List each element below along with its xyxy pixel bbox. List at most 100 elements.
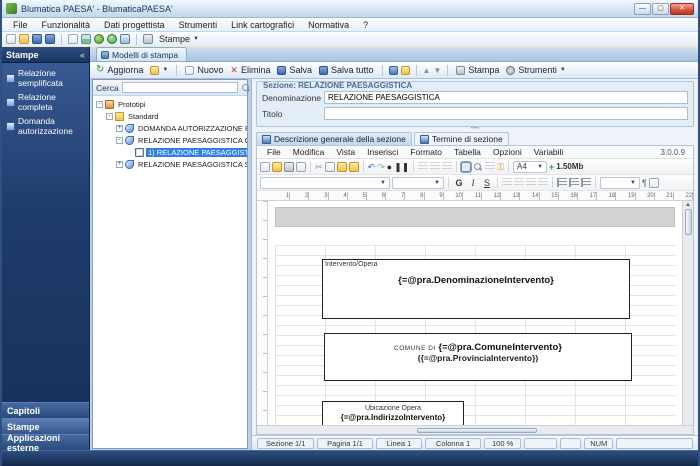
cut-icon[interactable]: ✂ [315, 162, 323, 172]
key-icon[interactable]: ⚿ [497, 162, 504, 172]
globe-icon[interactable] [107, 34, 117, 44]
variable-field[interactable]: {=@pra.ComuneIntervento} [438, 342, 562, 353]
horizontal-scroll-thumb[interactable] [417, 427, 537, 433]
menu-item-normativa[interactable]: Normativa [301, 20, 356, 30]
strumenti-dropdown[interactable]: Strumenti ▼ [504, 65, 567, 75]
salva-button[interactable]: Salva [275, 65, 314, 75]
move-up-icon[interactable]: ▲ [423, 66, 431, 75]
image-icon[interactable] [81, 34, 91, 44]
accordion-applicazioni-esterne[interactable]: Applicazioni esterne [2, 433, 89, 453]
align-justify-icon[interactable] [538, 178, 548, 187]
menu-item-funzionalit-[interactable]: Funzionalità [35, 20, 98, 30]
tree-expander-icon[interactable]: - [116, 136, 123, 144]
tree-row[interactable]: - RELAZIONE PAESAGGISTICA COMPLETA [93, 134, 247, 146]
stampa-button[interactable]: Stampa [454, 65, 501, 75]
titolo-field[interactable] [324, 107, 688, 120]
italic-button[interactable]: I [467, 178, 479, 188]
zoom-icon[interactable] [473, 162, 483, 172]
comune-box[interactable]: COMUNE DI {=@pra.ComuneIntervento} ({=@p… [324, 333, 632, 381]
copy-icon[interactable] [324, 161, 335, 172]
save-icon[interactable] [32, 34, 42, 44]
editor-menu-vista[interactable]: Vista [330, 147, 361, 157]
style-dropdown[interactable]: ▼ [600, 176, 640, 189]
editor-menu-variabili[interactable]: Variabili [528, 147, 570, 157]
align-left-icon[interactable] [502, 178, 512, 187]
search-icon[interactable] [241, 83, 250, 93]
sidebar-item-relazione-semplificata[interactable]: Relazione semplificata [2, 66, 89, 90]
scroll-up-icon[interactable]: ▲ [685, 202, 691, 208]
editor-menu-formato[interactable]: Formato [404, 147, 448, 157]
indent-icon[interactable] [581, 178, 591, 187]
vertical-scrollbar[interactable]: ▲ [682, 201, 693, 425]
minimize-button[interactable]: — [634, 2, 651, 15]
maximize-button[interactable]: ▢ [652, 2, 669, 15]
editor-menu-file[interactable]: File [261, 147, 287, 157]
menu-item-strumenti[interactable]: Strumenti [172, 20, 225, 30]
accordion-capitoli[interactable]: Capitoli [2, 402, 89, 418]
vertical-scroll-thumb[interactable] [684, 209, 692, 235]
underline-button[interactable]: S [481, 178, 493, 188]
bold-button[interactable]: G [453, 178, 465, 188]
tree-row[interactable]: - Prototipi [93, 98, 247, 110]
tab-termine-di-sezione[interactable]: Termine di sezione [413, 132, 509, 145]
record-icon[interactable]: ● [387, 162, 392, 172]
table-col-icon[interactable] [442, 162, 453, 171]
move-down-icon[interactable]: ▼ [433, 66, 441, 75]
export-dropdown[interactable]: ▼ [148, 65, 170, 75]
ubicazione-box[interactable]: Ubicazione Opera {=@pra.IndirizzoInterve… [322, 401, 464, 425]
paste-special-icon[interactable] [348, 161, 359, 172]
numbered-list-icon[interactable] [569, 178, 579, 187]
new-document-icon[interactable] [6, 34, 16, 44]
editor-menu-tabella[interactable]: Tabella [448, 147, 487, 157]
tree-row[interactable]: + DOMANDA AUTORIZZAZIONE PAESAGGISTICA [93, 122, 247, 134]
new-icon[interactable] [260, 161, 270, 172]
bullet-list-icon[interactable] [557, 178, 567, 187]
document-page[interactable]: Intervento/Opera {=@pra.DenominazioneInt… [268, 201, 682, 425]
tree-row[interactable]: - Standard [93, 110, 247, 122]
variable-field[interactable]: {=@pra.IndirizzoIntervento} [323, 413, 463, 422]
menu-item-file[interactable]: File [6, 20, 35, 30]
pilcrow-icon[interactable]: ¶ [642, 178, 647, 188]
grid-icon[interactable] [485, 162, 496, 171]
tree-expander-icon[interactable]: + [116, 160, 123, 168]
print-preview-icon[interactable] [296, 161, 306, 172]
editor-menu-opzioni[interactable]: Opzioni [487, 147, 528, 157]
zoom-plus-icon[interactable]: + [549, 162, 554, 172]
print-icon[interactable] [284, 161, 294, 172]
leaf-icon[interactable] [94, 34, 104, 44]
elimina-button[interactable]: ✕ Elimina [228, 65, 272, 76]
redo-icon[interactable]: ↷ [377, 162, 385, 172]
font-family-dropdown[interactable]: ▼ [260, 176, 390, 189]
document-icon[interactable] [68, 34, 78, 44]
align-center-icon[interactable] [514, 178, 524, 187]
open-icon[interactable] [272, 161, 282, 172]
intervento-opera-box[interactable]: Intervento/Opera {=@pra.DenominazioneInt… [322, 259, 630, 319]
salva-tutto-button[interactable]: Salva tutto [317, 65, 376, 75]
save-as-icon[interactable] [45, 34, 55, 44]
collapse-icon[interactable]: « [80, 50, 85, 60]
tree-expander-icon[interactable]: + [116, 124, 123, 132]
import-model-icon[interactable] [400, 65, 410, 75]
undo-icon[interactable]: ↶ [368, 162, 376, 172]
open-folder-icon[interactable] [19, 34, 29, 44]
field-shading-icon[interactable] [648, 177, 659, 188]
table-row-icon[interactable] [430, 162, 441, 171]
tree-expander-icon[interactable]: - [106, 112, 113, 120]
editor-menu-modifica[interactable]: Modifica [287, 147, 331, 157]
pause-icon[interactable]: ❚❚ [394, 162, 409, 172]
tab-modelli-di-stampa[interactable]: Modelli di stampa [96, 47, 188, 61]
variable-field[interactable]: {=@pra.DenominazioneIntervento} [323, 275, 629, 286]
editor-menu-inserisci[interactable]: Inserisci [361, 147, 404, 157]
menu-item-link-cartografici[interactable]: Link cartografici [224, 20, 301, 30]
monitor-icon[interactable] [120, 34, 130, 44]
nuovo-button[interactable]: Nuovo [183, 65, 225, 75]
denominazione-field[interactable] [324, 91, 688, 104]
copy-model-icon[interactable] [388, 65, 398, 75]
aggiorna-button[interactable]: ↻ Aggiorna [94, 65, 145, 76]
paste-icon[interactable] [336, 161, 347, 172]
table-insert-icon[interactable] [418, 162, 429, 171]
tab-descrizione-generale-della-sezione[interactable]: Descrizione generale della sezione [256, 132, 412, 145]
horizontal-scrollbar[interactable] [257, 425, 693, 434]
tree-row[interactable]: +1) RELAZIONE PAESAGGISTICA [93, 146, 247, 158]
variable-field[interactable]: ({=@pra.ProvinciaIntervento}) [325, 353, 631, 363]
